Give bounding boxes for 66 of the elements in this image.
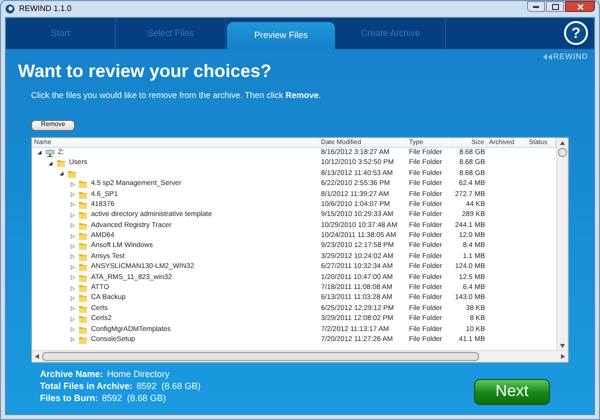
next-button[interactable]: Next <box>474 378 550 405</box>
folder-icon <box>78 334 88 345</box>
folder-icon <box>78 241 88 252</box>
folder-icon <box>56 158 66 168</box>
collapsed-arrow-icon[interactable] <box>70 182 75 187</box>
brand-logo: REWIND <box>553 52 588 60</box>
summary-value: 8592 (8.68 GB) <box>102 392 166 404</box>
maximize-button[interactable] <box>546 1 564 12</box>
vertical-scrollbar[interactable] <box>556 138 568 350</box>
folder-icon <box>78 304 88 314</box>
folder-icon <box>78 179 88 190</box>
folder-icon <box>78 314 88 324</box>
instruction-text: Click the files you would like to remove from the archive. Then click Remove. <box>30 89 322 102</box>
folder-icon <box>78 190 88 200</box>
network-drive-icon <box>45 148 55 158</box>
expanded-arrow-icon[interactable] <box>48 160 53 166</box>
folder-icon <box>78 262 88 272</box>
folder-icon <box>67 168 77 179</box>
app-logo-icon <box>5 4 15 14</box>
close-button[interactable] <box>565 1 595 12</box>
rewind-icon <box>543 54 552 60</box>
maximize-icon <box>552 4 558 10</box>
folder-icon <box>78 283 88 294</box>
scrollbar-thumb[interactable] <box>558 148 567 157</box>
collapsed-arrow-icon[interactable] <box>70 306 75 312</box>
collapsed-arrow-icon[interactable] <box>70 202 75 208</box>
summary-value: 8592 (8.68 GB) <box>136 380 201 392</box>
folder-icon <box>78 200 88 210</box>
collapsed-arrow-icon[interactable] <box>70 337 75 342</box>
folder-icon <box>78 324 88 335</box>
collapsed-arrow-icon[interactable] <box>70 296 75 301</box>
tab[interactable]: Preview Files <box>227 22 335 49</box>
help-button[interactable]: ? <box>564 21 588 45</box>
collapsed-arrow-icon[interactable] <box>70 264 75 270</box>
collapsed-arrow-icon[interactable] <box>70 212 75 218</box>
window-title: REWIND 1.1.0 <box>19 3 72 15</box>
folder-icon <box>78 231 88 242</box>
collapsed-arrow-icon[interactable] <box>70 244 75 249</box>
folder-icon <box>78 252 88 262</box>
summary-label: Archive Name: <box>40 368 104 380</box>
horizontal-scrollbar[interactable] <box>32 350 568 362</box>
minimize-icon <box>533 6 539 8</box>
collapsed-arrow-icon[interactable] <box>70 316 75 322</box>
folder-icon <box>78 210 88 220</box>
summary-label: Files to Burn: <box>40 392 98 404</box>
collapsed-arrow-icon[interactable] <box>70 275 75 280</box>
summary-label: Total Files in Archive: <box>40 380 133 392</box>
expanded-arrow-icon[interactable] <box>59 171 64 176</box>
scroll-right-icon <box>561 354 565 359</box>
scroll-left-icon <box>35 354 39 359</box>
collapsed-arrow-icon[interactable] <box>70 234 75 239</box>
folder-icon <box>78 220 88 231</box>
collapsed-arrow-icon[interactable] <box>70 327 75 332</box>
close-icon <box>576 4 584 10</box>
summary-value: Home Directory <box>107 368 170 380</box>
collapsed-arrow-icon[interactable] <box>70 192 75 197</box>
expanded-arrow-icon[interactable] <box>37 150 42 156</box>
folder-icon <box>78 272 88 283</box>
minimize-button[interactable] <box>527 1 545 12</box>
scrollbar-thumb[interactable] <box>42 352 479 361</box>
collapsed-arrow-icon[interactable] <box>70 286 75 291</box>
collapsed-arrow-icon[interactable] <box>70 254 75 260</box>
scroll-up-icon <box>560 140 565 145</box>
collapsed-arrow-icon[interactable] <box>70 223 75 228</box>
folder-icon <box>78 293 88 304</box>
page-heading: Want to review your choices? <box>17 61 272 81</box>
